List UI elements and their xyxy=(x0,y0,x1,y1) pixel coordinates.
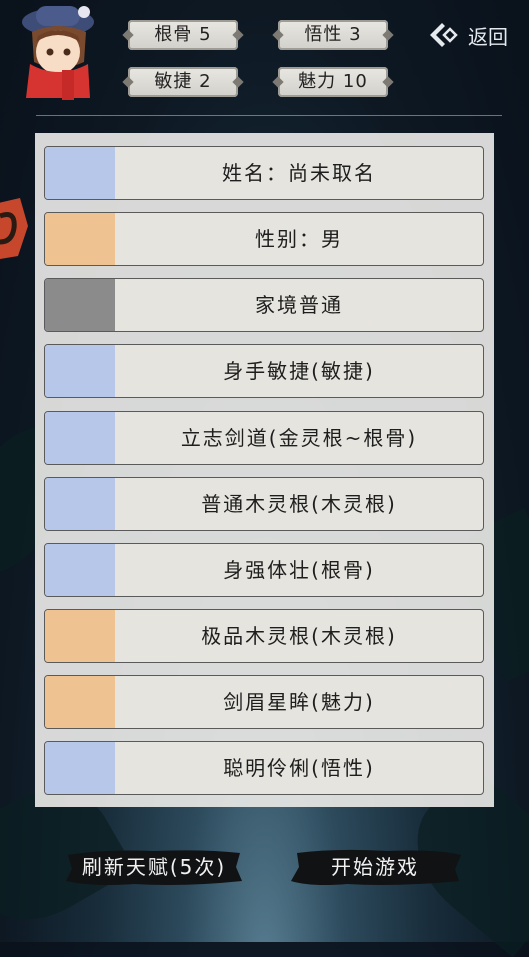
stat-comprehension: 悟性 3 xyxy=(278,20,388,50)
talent-color-swatch xyxy=(45,610,115,662)
talent-color-swatch xyxy=(45,213,115,265)
talent-row[interactable]: 家境普通 xyxy=(44,278,484,332)
talent-color-swatch xyxy=(45,412,115,464)
talent-color-swatch xyxy=(45,345,115,397)
talent-row[interactable]: 聪明伶俐(悟性) xyxy=(44,741,484,795)
stat-charm: 魅力 10 xyxy=(278,67,388,97)
talent-label: 家境普通 xyxy=(255,293,343,317)
start-game-label: 开始游戏 xyxy=(331,855,419,879)
talent-row[interactable]: 性别：男 xyxy=(44,212,484,266)
talent-row[interactable]: 身手敏捷(敏捷) xyxy=(44,344,484,398)
talent-row[interactable]: 姓名：尚未取名 xyxy=(44,146,484,200)
talent-color-swatch xyxy=(45,676,115,728)
talent-color-swatch xyxy=(45,478,115,530)
stat-agility: 敏捷 2 xyxy=(128,67,238,97)
talent-row[interactable]: 身强体壮(根骨) xyxy=(44,543,484,597)
start-game-button[interactable]: 开始游戏 xyxy=(287,847,463,887)
talent-color-swatch xyxy=(45,544,115,596)
header-divider xyxy=(36,115,502,116)
stat-root-bone: 根骨 5 xyxy=(128,20,238,50)
talent-label: 身手敏捷(敏捷) xyxy=(223,359,375,383)
talent-label: 普通木灵根(木灵根) xyxy=(201,492,397,516)
back-label: 返回 xyxy=(468,24,508,49)
talent-panel: 姓名：尚未取名 性别：男 家境普通 身手敏捷(敏捷) 立志剑道(金灵根~根骨) … xyxy=(35,133,494,807)
talent-color-swatch xyxy=(45,742,115,794)
back-button[interactable]: 返回 xyxy=(428,19,508,51)
talent-color-swatch xyxy=(45,279,115,331)
talent-label: 立志剑道(金灵根~根骨) xyxy=(180,426,418,450)
back-arrow-icon xyxy=(430,23,458,47)
talent-label: 聪明伶俐(悟性) xyxy=(223,756,375,780)
talent-label: 姓名：尚未取名 xyxy=(222,161,376,185)
side-emblem-icon[interactable] xyxy=(0,198,28,260)
talent-label: 身强体壮(根骨) xyxy=(223,558,375,582)
talent-row[interactable]: 极品木灵根(木灵根) xyxy=(44,609,484,663)
talent-label: 剑眉星眸(魅力) xyxy=(223,690,375,714)
refresh-talents-button[interactable]: 刷新天赋(5次) xyxy=(64,847,244,887)
refresh-talents-label: 刷新天赋(5次) xyxy=(81,855,227,879)
talent-color-swatch xyxy=(45,147,115,199)
talent-row[interactable]: 普通木灵根(木灵根) xyxy=(44,477,484,531)
talent-label: 性别：男 xyxy=(255,227,343,251)
talent-row[interactable]: 立志剑道(金灵根~根骨) xyxy=(44,411,484,465)
talent-label: 极品木灵根(木灵根) xyxy=(201,624,397,648)
talent-row[interactable]: 剑眉星眸(魅力) xyxy=(44,675,484,729)
character-avatar xyxy=(14,2,104,102)
